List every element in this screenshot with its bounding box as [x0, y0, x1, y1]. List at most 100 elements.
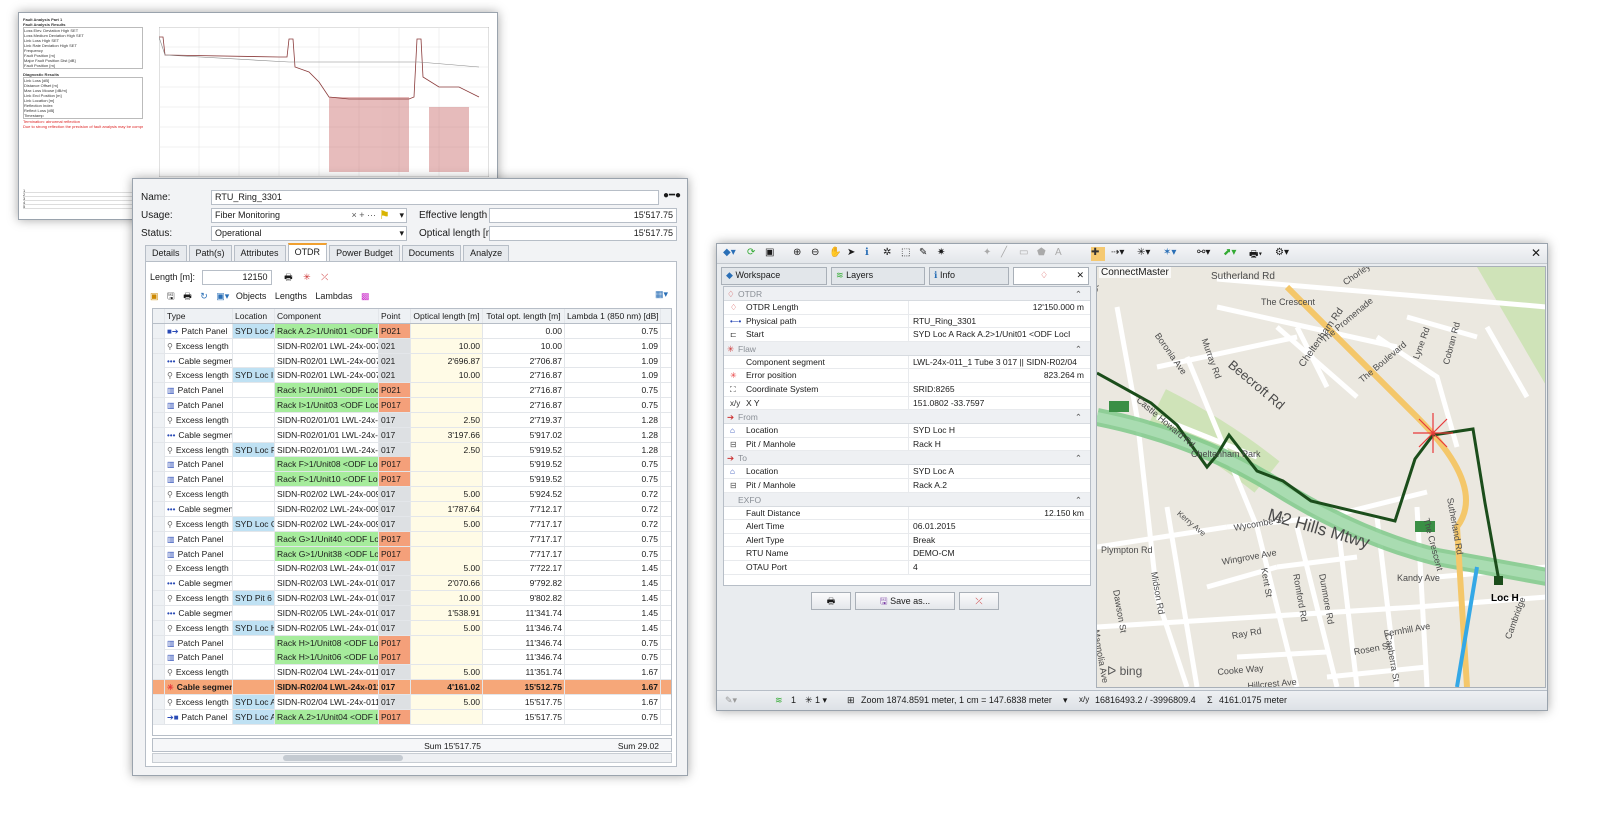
print-button[interactable]: 🖶 [811, 592, 851, 610]
column-header-optical-length[interactable]: Optical length [m] [411, 309, 483, 323]
table-row[interactable]: ✳ Cable segment SIDN-R02/04 LWL-24x-011 017… [153, 680, 671, 695]
tab-otdr-result[interactable]: ♢ ✕ [1013, 267, 1089, 285]
property-row[interactable]: ⌂ Location SYD Loc A [724, 465, 1090, 479]
zoom-out-icon[interactable]: ⊖ [811, 247, 825, 261]
tab-layers[interactable]: ≋ Layers [831, 267, 925, 285]
optical-length-field[interactable]: 15'517.75 [489, 226, 677, 241]
table-row[interactable]: ••• Cable segment SIDN-R02/02 LWL-24x-009 0… [153, 501, 671, 517]
tab-details[interactable]: Details [145, 245, 187, 261]
network-tool-icon[interactable]: ✶▾ [1163, 247, 1177, 261]
snap-icon[interactable]: ✚ [1091, 247, 1105, 261]
table-row[interactable]: ➔■ Patch Panel SYD Loc A Rack A.2>1/Unit04 … [153, 709, 671, 725]
effective-length-field[interactable]: 15'517.75 [489, 208, 677, 223]
table-row[interactable]: ⚲Excess length SIDN-R02/01/01 LWL-24x-008… [153, 412, 671, 428]
column-header-location[interactable]: Location [233, 309, 275, 323]
column-header-component[interactable]: Component [275, 309, 379, 323]
usage-controls[interactable]: × + ··· [351, 210, 376, 220]
name-field[interactable]: RTU_Ring_3301 [211, 190, 659, 205]
collapse-icon[interactable]: ⌃ [1075, 451, 1082, 465]
status-node-icon[interactable]: ✳ 1 ▾ [805, 695, 827, 706]
property-row[interactable]: Alert Type Break [724, 533, 1090, 548]
table-row[interactable]: ▥ Patch Panel Rack F>1/Unit08 <ODF LocI P01… [153, 457, 671, 473]
property-section[interactable]: EXFO ⌃ [724, 492, 1090, 507]
collapse-icon[interactable]: ⌃ [1075, 287, 1082, 301]
info-icon[interactable]: ℹ [865, 247, 879, 261]
lambdas-toggle[interactable]: Lambdas [315, 291, 352, 301]
table-row[interactable]: ⚲ Excess length SYD Loc I SIDN-R02/01 LWL-2… [153, 368, 671, 384]
usage-field[interactable]: Fiber Monitoring × + ··· ▾ [211, 208, 407, 223]
export-icon[interactable]: ▣ [150, 291, 159, 301]
chevron-down-icon[interactable]: ▾ [399, 210, 404, 221]
column-header-total-length[interactable]: Total opt. length [m] [483, 309, 565, 323]
property-row[interactable]: RTU Name DEMO-CM [724, 547, 1090, 561]
column-header-type[interactable]: Type [165, 309, 233, 323]
scrollbar-thumb[interactable] [283, 755, 403, 761]
table-row[interactable]: ⚲ Excess length SIDN-R02/02 LWL-24x-009 017… [153, 487, 671, 502]
table-row[interactable]: ▥ Patch Panel Rack H>1/Unit06 <ODF LocA P01… [153, 650, 671, 666]
zoom-in-icon[interactable]: ⊕ [793, 247, 807, 261]
pan-hand-icon[interactable]: ✋ [829, 247, 843, 261]
save-icon[interactable]: 🖫 [167, 291, 175, 301]
tab-otdr[interactable]: OTDR [287, 243, 328, 261]
tab-documents[interactable]: Documents [401, 245, 462, 261]
route-tool-icon[interactable]: ⇢▾ [1111, 247, 1125, 261]
table-row[interactable]: ••• Cable segment SIDN-R02/01/01 LWL-24x- 0… [153, 427, 671, 443]
collapse-icon[interactable]: ⌃ [1075, 493, 1082, 507]
flaw-icon[interactable]: ✳ [303, 272, 311, 282]
tab-info[interactable]: ℹ Info [929, 267, 1009, 285]
tab-power-budget[interactable]: Power Budget [329, 245, 400, 261]
status-layer-icon[interactable]: ≋ [775, 695, 783, 706]
table-row[interactable]: ▥ Patch Panel Rack G>1/Unit38 <ODF LocH P01… [153, 546, 671, 562]
property-row[interactable]: ⊟ Pit / Manhole Rack H [724, 437, 1090, 452]
property-row[interactable]: ♢ OTDR Length 12'150.000 m [724, 301, 1090, 315]
table-row[interactable]: ⚲ Excess length SYD Loc G SIDN-R02/02 LWL-2… [153, 516, 671, 532]
length-input[interactable]: 12150 [201, 270, 272, 286]
select-pointer-icon[interactable]: ➤ [847, 247, 861, 261]
delete-route-button[interactable]: ⤫ [959, 592, 999, 610]
collapse-icon[interactable]: ⌃ [1075, 410, 1082, 424]
print-map-icon[interactable]: 🖶▾ [1249, 247, 1263, 261]
binoculars-icon[interactable]: ⚯▾ [1197, 247, 1211, 261]
table-row[interactable]: ••• Cable segment SIDN-R02/05 LWL-24x-010 0… [153, 605, 671, 621]
window-icon[interactable]: ▣ [765, 247, 779, 261]
column-header-point[interactable]: Point [379, 309, 411, 323]
property-section[interactable]: ➔ From ⌃ [724, 410, 1090, 425]
tab-paths[interactable]: Path(s) [188, 245, 232, 261]
view-icon[interactable]: ▣▾ [216, 291, 229, 301]
refresh-icon[interactable]: ↻ [200, 291, 208, 301]
export-map-icon[interactable]: ⬈▾ [1223, 247, 1237, 261]
property-row[interactable]: OTAU Port 4 [724, 560, 1090, 575]
draw-polygon-icon[interactable]: ⬟ [1037, 247, 1051, 261]
close-icon[interactable]: ✕ [1531, 246, 1541, 260]
table-row[interactable]: ▥ Patch Panel Rack H>1/Unit08 <ODF LocG P01… [153, 635, 671, 651]
property-row[interactable]: ⌂ Location SYD Loc H [724, 424, 1090, 438]
table-row[interactable]: ▥ Patch Panel Rack I>1/Unit01 <ODF LocA P02… [153, 383, 671, 399]
draw-rect-icon[interactable]: ▭ [1019, 247, 1033, 261]
table-row[interactable]: ▥ Patch Panel Rack G>1/Unit40 <ODF LocF P01… [153, 531, 671, 547]
table-row[interactable]: ••• Cable segment SIDN-R02/01 LWL-24x-007 0… [153, 353, 671, 369]
collapse-icon[interactable]: ⌃ [1075, 342, 1082, 356]
property-section[interactable]: ♢ OTDR ⌃ [724, 287, 1090, 301]
table-row[interactable]: ••• Cable segment SIDN-R02/03 LWL-24x-010 0… [153, 576, 671, 592]
delete-route-icon[interactable]: ⤫ [321, 272, 328, 282]
table-row[interactable]: ▥ Patch Panel Rack I>1/Unit03 <ODF LocF P01… [153, 398, 671, 413]
property-row[interactable]: x/y X Y 151.0802 -33.7597 [724, 396, 1090, 411]
table-row[interactable]: ⚲ Excess length SYD Loc F SIDN-R02/01/01 LW… [153, 442, 671, 458]
property-row[interactable]: Alert Time 06.01.2015 [724, 520, 1090, 534]
lengths-toggle[interactable]: Lengths [275, 291, 307, 301]
objects-toggle[interactable]: Objects [236, 291, 267, 301]
property-row[interactable]: Component segment LWL-24x-011_1 Tube 3 01… [724, 355, 1090, 370]
select-area-icon[interactable]: ⬚ [901, 247, 915, 261]
map-view[interactable]: Sutherland RdThe CrescentChorleyKirkham … [1096, 266, 1546, 688]
text-tool-icon[interactable]: A [1055, 247, 1069, 261]
table-row[interactable]: ▥ Patch Panel Rack F>1/Unit10 <ODF LocG P01… [153, 472, 671, 488]
print-icon[interactable]: 🖶 [183, 291, 192, 301]
table-row[interactable]: ⚲ Excess length SIDN-R02/01 LWL-24x-007 021… [153, 338, 671, 354]
property-row[interactable]: ⊟ Pit / Manhole Rack A.2 [724, 478, 1090, 493]
table-row[interactable]: ■➔ Patch Panel SYD Loc A Rack A.2>1/Unit01 … [153, 323, 671, 339]
tab-analyze[interactable]: Analyze [463, 245, 510, 261]
draw-line-icon[interactable]: ╱ [1001, 247, 1015, 261]
draw-point-icon[interactable]: ✦ [983, 247, 997, 261]
property-section[interactable]: ➔ To ⌃ [724, 451, 1090, 466]
print-icon[interactable]: 🖶 [284, 272, 293, 282]
